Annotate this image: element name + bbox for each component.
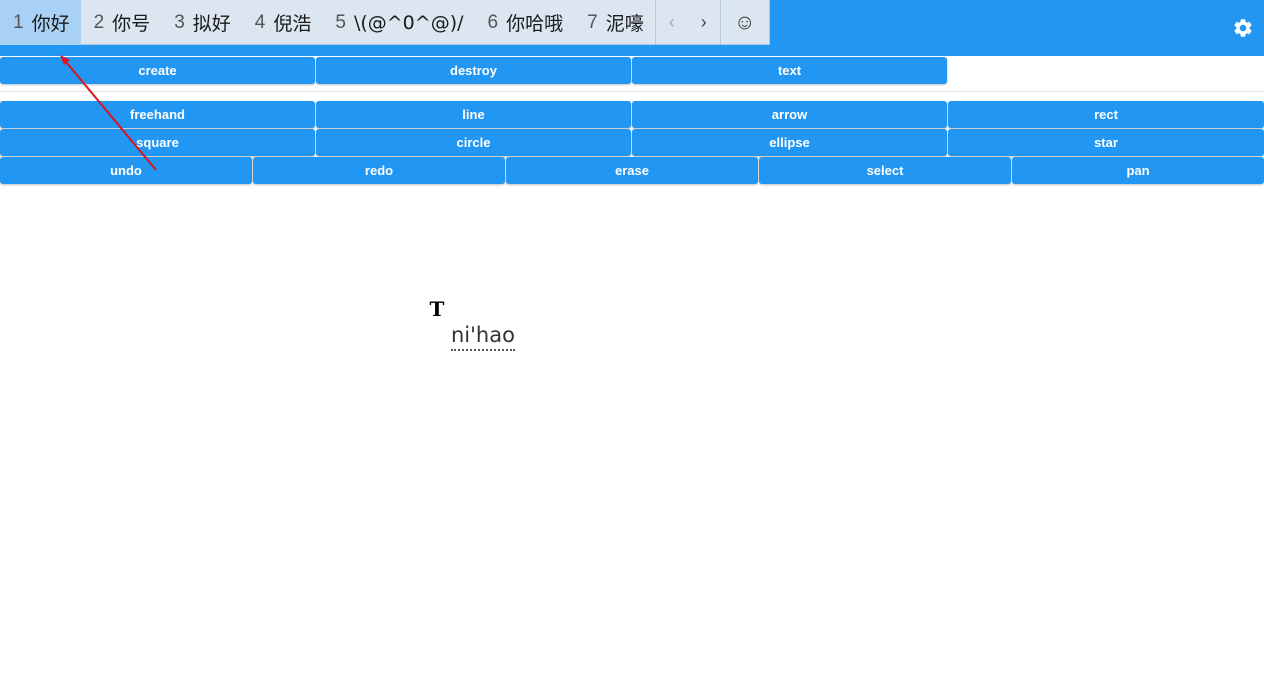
candidate-text: 泥嚎 [605,13,644,35]
chevron-left-icon[interactable]: ‹ [654,0,688,45]
ime-candidate-2[interactable]: 2 你号 [81,0,162,45]
app-page: 1 你好 2 你号 3 拟好 4 倪浩 5 \(@^0^@)/ 6 你哈哦 7 … [0,0,1264,681]
candidate-number: 5 [335,11,346,33]
candidate-number: 6 [487,11,499,33]
arrow-button[interactable]: arrow [632,101,947,128]
text-button[interactable]: text [632,57,947,84]
text-cursor-icon: T [429,297,445,321]
candidate-number: 7 [587,11,598,33]
candidate-text: 拟好 [192,13,231,35]
destroy-button[interactable]: destroy [316,57,631,84]
undo-button[interactable]: undo [0,157,252,184]
square-button[interactable]: square [0,129,315,156]
ime-candidate-6[interactable]: 6 你哈哦 [475,0,575,45]
candidate-text: 你好 [31,13,70,35]
gear-icon[interactable] [1232,17,1254,39]
star-button[interactable]: star [948,129,1264,156]
chevron-right-icon[interactable]: › [688,0,720,45]
create-button[interactable]: create [0,57,315,84]
smiley-icon[interactable]: ☺ [719,0,769,45]
erase-button[interactable]: erase [506,157,758,184]
ime-candidate-3[interactable]: 3 拟好 [161,0,242,45]
ime-composing-text[interactable]: ni'hao [451,322,515,351]
redo-button[interactable]: redo [253,157,505,184]
ime-candidate-7[interactable]: 7 泥嚎 [574,0,655,45]
candidate-number: 4 [254,11,266,33]
candidate-number: 3 [174,11,185,33]
rect-button[interactable]: rect [948,101,1264,128]
ime-candidate-window: 1 你好 2 你号 3 拟好 4 倪浩 5 \(@^0^@)/ 6 你哈哦 7 … [0,0,770,45]
line-button[interactable]: line [316,101,631,128]
ime-candidate-1[interactable]: 1 你好 [0,0,81,45]
candidate-text: \(@^0^@)/ [353,11,464,34]
drawing-canvas[interactable] [0,185,1264,681]
select-button[interactable]: select [759,157,1011,184]
candidate-text: 你哈哦 [506,13,564,35]
candidate-number: 1 [13,11,24,33]
candidate-text: 倪浩 [273,13,312,35]
candidate-text: 你号 [112,13,151,35]
freehand-button[interactable]: freehand [0,101,315,128]
ime-candidate-4[interactable]: 4 倪浩 [242,0,323,45]
ime-candidate-5[interactable]: 5 \(@^0^@)/ [322,0,474,45]
circle-button[interactable]: circle [316,129,631,156]
pan-button[interactable]: pan [1012,157,1264,184]
divider [0,91,1264,92]
ellipse-button[interactable]: ellipse [632,129,947,156]
candidate-number: 2 [93,11,105,33]
